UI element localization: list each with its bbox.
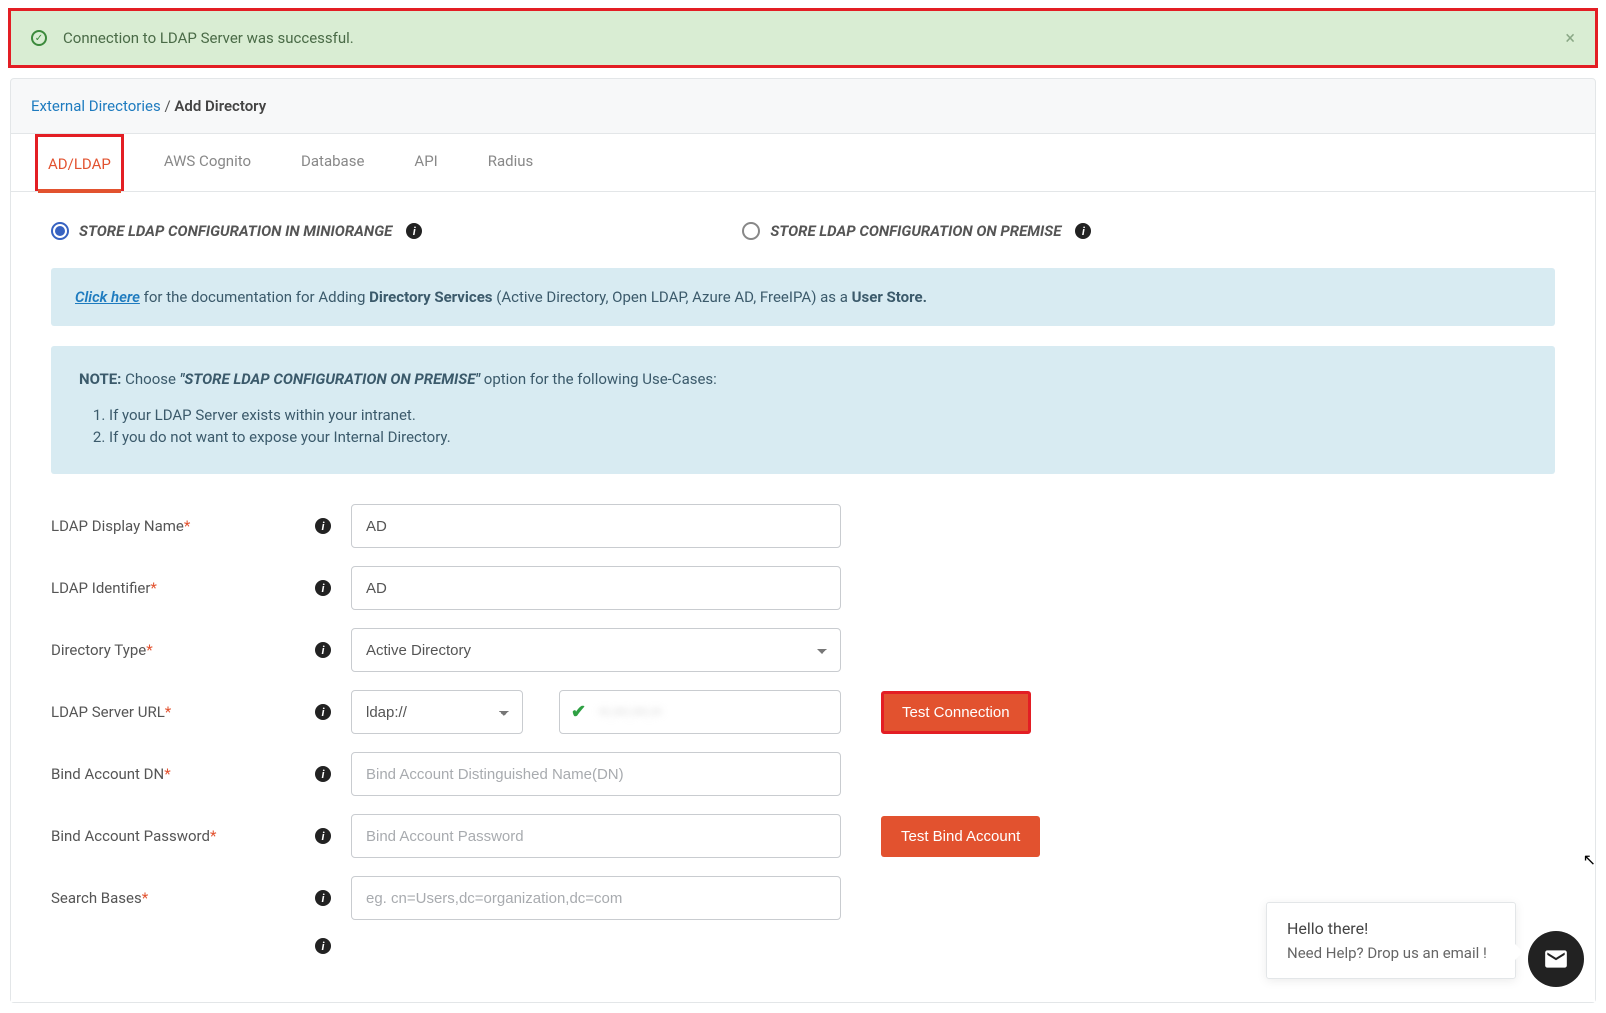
input-display-name[interactable] [351,504,841,548]
label-search-bases: Search Bases* [51,889,311,907]
test-bind-account-button[interactable]: Test Bind Account [881,816,1040,857]
info-icon[interactable]: i [315,518,331,534]
tab-radius[interactable]: Radius [478,134,544,191]
input-bind-dn[interactable] [351,752,841,796]
cursor-icon: ↖ [1583,850,1596,869]
close-icon[interactable]: × [1565,28,1575,49]
row-directory-type: Directory Type* i Active Directory [51,628,1555,672]
radio-store-onpremise[interactable]: STORE LDAP CONFIGURATION ON PREMISE i [742,222,1091,240]
radio-label: STORE LDAP CONFIGURATION ON PREMISE [770,222,1061,240]
main-card: External Directories / Add Directory AD/… [10,78,1596,1003]
check-icon: ✔ [571,702,586,723]
chat-line2: Need Help? Drop us an email ! [1287,944,1495,962]
check-circle-icon: ✓ [31,30,47,46]
label-bind-dn: Bind Account DN* [51,765,311,783]
note-banner: NOTE: Choose "STORE LDAP CONFIGURATION O… [51,346,1555,474]
note-item: If your LDAP Server exists within your i… [109,406,1527,424]
radio-icon [742,222,760,240]
tab-ad-ldap[interactable]: AD/LDAP [35,134,124,191]
note-list: If your LDAP Server exists within your i… [109,406,1527,446]
alert-success: ✓ Connection to LDAP Server was successf… [8,8,1598,68]
test-connection-button[interactable]: Test Connection [881,691,1031,734]
tab-api[interactable]: API [404,134,447,191]
row-bind-pw: Bind Account Password* i Test Bind Accou… [51,814,1555,858]
doc-link[interactable]: Click here [75,288,140,306]
row-display-name: LDAP Display Name* i [51,504,1555,548]
label-bind-pw: Bind Account Password* [51,827,311,845]
chat-fab-button[interactable] [1528,931,1584,987]
info-icon[interactable]: i [315,642,331,658]
radio-store-miniorange[interactable]: STORE LDAP CONFIGURATION IN MINIORANGE i [51,222,422,240]
mail-icon [1543,946,1569,972]
radio-label: STORE LDAP CONFIGURATION IN MINIORANGE [79,222,392,240]
row-server-url: LDAP Server URL* i ldap:// ✔ ••.•••.•••.… [51,690,1555,734]
chat-line1: Hello there! [1287,919,1495,938]
breadcrumb: External Directories / Add Directory [11,79,1595,134]
tab-aws-cognito[interactable]: AWS Cognito [154,134,261,191]
row-bind-dn: Bind Account DN* i [51,752,1555,796]
server-host-blurred: ••.•••.•••.•• [599,703,661,721]
radio-icon [51,222,69,240]
input-search-bases[interactable] [351,876,841,920]
alert-message: Connection to LDAP Server was successful… [63,29,354,47]
info-icon[interactable]: i [315,828,331,844]
info-icon[interactable]: i [315,704,331,720]
info-icon[interactable]: i [315,938,331,954]
breadcrumb-parent-link[interactable]: External Directories [31,97,161,115]
breadcrumb-separator: / [164,97,174,115]
label-display-name: LDAP Display Name* [51,517,311,535]
info-icon[interactable]: i [1075,223,1091,239]
content: STORE LDAP CONFIGURATION IN MINIORANGE i… [11,192,1595,1002]
info-icon[interactable]: i [406,223,422,239]
tabs: AD/LDAP AWS Cognito Database API Radius [11,134,1595,192]
chat-tooltip: Hello there! Need Help? Drop us an email… [1266,902,1516,979]
doc-banner: Click here for the documentation for Add… [51,268,1555,326]
input-bind-pw[interactable] [351,814,841,858]
input-identifier[interactable] [351,566,841,610]
select-url-scheme[interactable]: ldap:// [351,690,523,734]
label-directory-type: Directory Type* [51,641,311,659]
label-server-url: LDAP Server URL* [51,703,311,721]
info-icon[interactable]: i [315,580,331,596]
label-identifier: LDAP Identifier* [51,579,311,597]
select-directory-type[interactable]: Active Directory [351,628,841,672]
breadcrumb-current: Add Directory [174,97,266,115]
note-item: If you do not want to expose your Intern… [109,428,1527,446]
config-location-radio-group: STORE LDAP CONFIGURATION IN MINIORANGE i… [51,222,1555,240]
row-identifier: LDAP Identifier* i [51,566,1555,610]
note-label: NOTE: [79,370,121,388]
tab-database[interactable]: Database [291,134,374,191]
info-icon[interactable]: i [315,890,331,906]
info-icon[interactable]: i [315,766,331,782]
